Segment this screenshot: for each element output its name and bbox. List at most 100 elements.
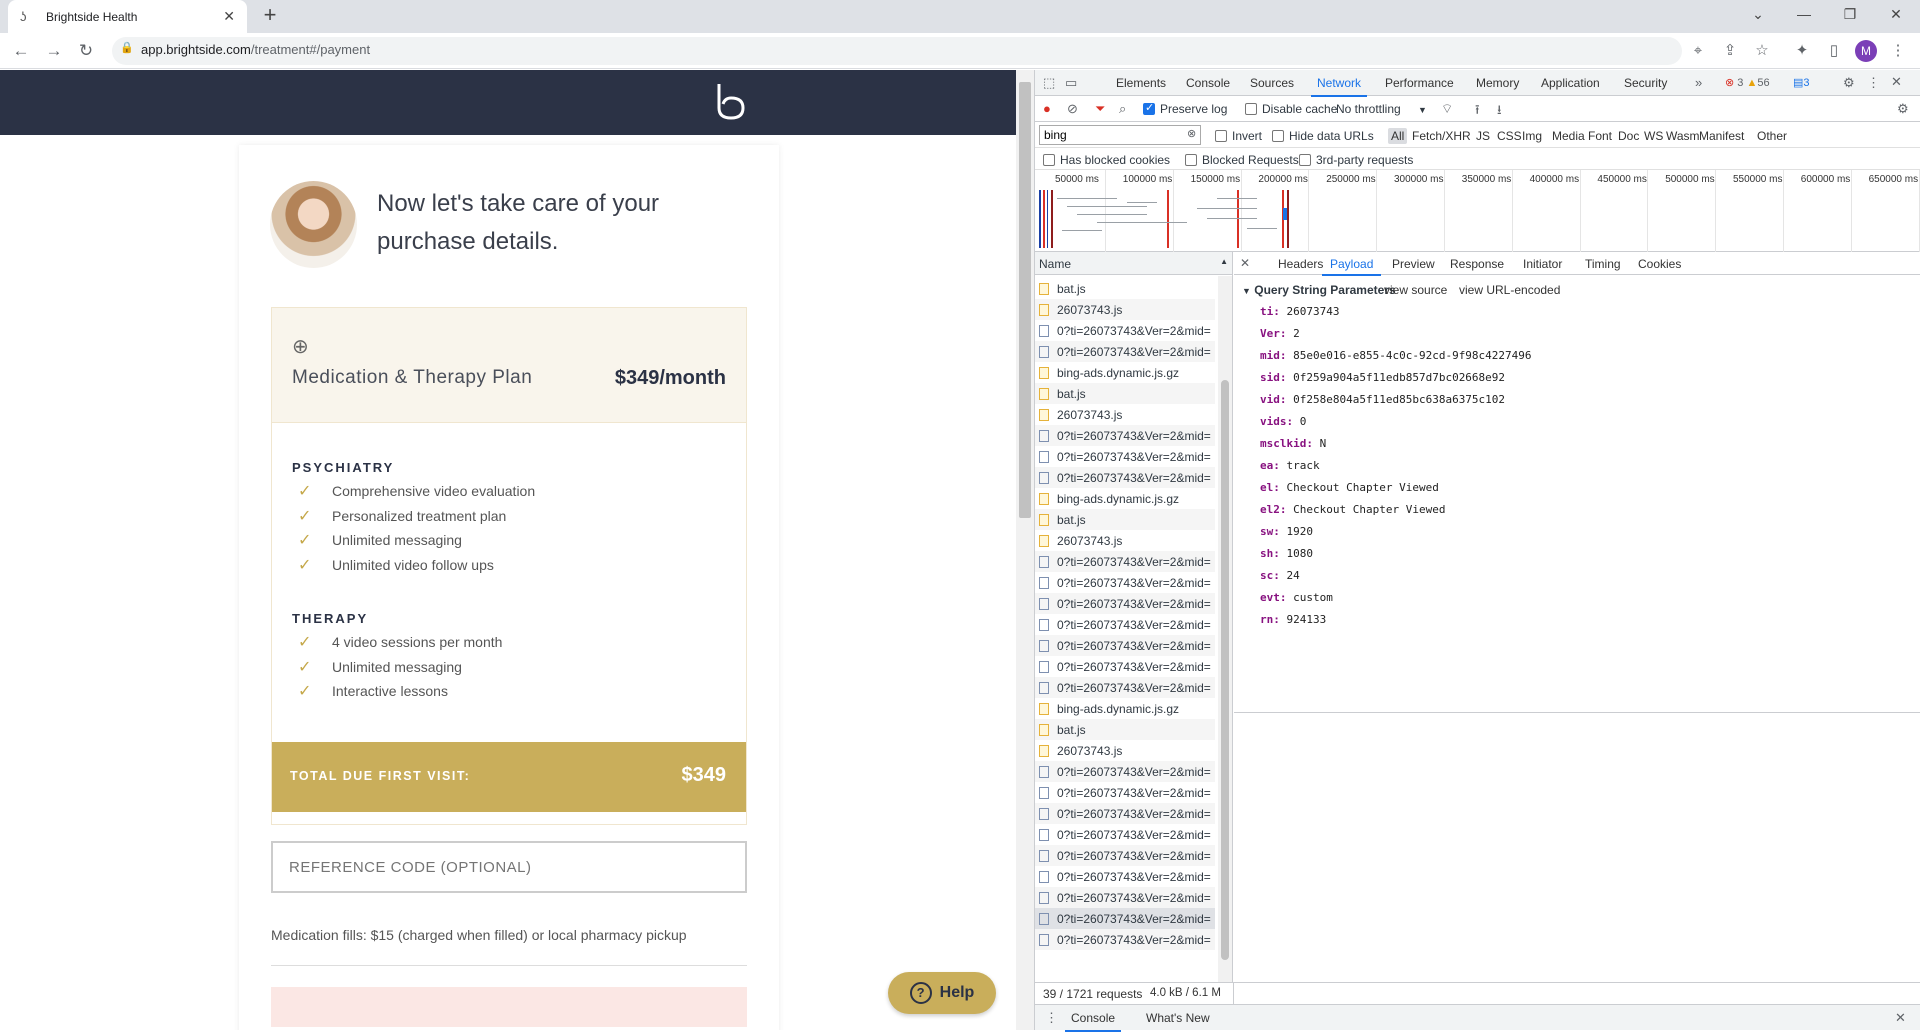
tab-security[interactable]: Security xyxy=(1624,76,1667,90)
request-row[interactable]: 26073743.js xyxy=(1035,740,1215,761)
detail-tab-timing[interactable]: Timing xyxy=(1585,257,1621,271)
network-overview[interactable]: 50000 ms 100000 ms 150000 ms 200000 ms 25000… xyxy=(1035,170,1920,252)
new-tab-icon[interactable]: + xyxy=(258,4,282,28)
side-panel-icon[interactable]: ▯ xyxy=(1822,39,1846,63)
type-filter-ws[interactable]: WS xyxy=(1644,129,1663,143)
location-icon[interactable]: ⌖ xyxy=(1686,39,1710,63)
request-row[interactable]: bing-ads.dynamic.js.gz xyxy=(1035,698,1215,719)
tab-performance[interactable]: Performance xyxy=(1385,76,1454,90)
reference-code-input[interactable] xyxy=(271,841,747,893)
close-detail-icon[interactable]: ✕ xyxy=(1240,256,1250,270)
import-har-icon[interactable]: ⭱ xyxy=(1475,101,1480,123)
detail-tab-headers[interactable]: Headers xyxy=(1278,257,1323,271)
type-filter-other[interactable]: Other xyxy=(1757,129,1787,143)
tab-console[interactable]: Console xyxy=(1186,76,1230,90)
request-row[interactable]: 0?ti=26073743&Ver=2&mid= xyxy=(1035,572,1215,593)
messages-counter[interactable]: ▤3 xyxy=(1793,76,1810,89)
request-row[interactable]: 0?ti=26073743&Ver=2&mid= xyxy=(1035,320,1215,341)
invert-checkbox[interactable]: Invert xyxy=(1215,129,1262,143)
third-party-checkbox[interactable]: 3rd-party requests xyxy=(1299,153,1413,167)
request-row[interactable]: 0?ti=26073743&Ver=2&mid= xyxy=(1035,551,1215,572)
request-row[interactable]: 0?ti=26073743&Ver=2&mid= xyxy=(1035,656,1215,677)
record-icon[interactable]: ● xyxy=(1043,101,1051,116)
close-drawer-icon[interactable]: ✕ xyxy=(1895,1010,1906,1026)
type-filter-all[interactable]: All xyxy=(1388,128,1408,144)
tab-network[interactable]: Network xyxy=(1310,76,1368,97)
request-row[interactable]: bing-ads.dynamic.js.gz xyxy=(1035,488,1215,509)
request-row[interactable]: 0?ti=26073743&Ver=2&mid= xyxy=(1035,446,1215,467)
request-row[interactable]: 0?ti=26073743&Ver=2&mid= xyxy=(1035,761,1215,782)
forward-icon[interactable]: → xyxy=(42,39,66,63)
request-row[interactable]: 0?ti=26073743&Ver=2&mid= xyxy=(1035,467,1215,488)
extensions-icon[interactable]: ✦ xyxy=(1790,39,1814,63)
filter-icon[interactable]: ⏷ xyxy=(1095,101,1105,117)
request-row[interactable]: 26073743.js xyxy=(1035,530,1215,551)
restore-icon[interactable]: ❐ xyxy=(1827,0,1873,30)
network-settings-icon[interactable]: ⚙ xyxy=(1897,101,1909,117)
minimize-icon[interactable]: — xyxy=(1781,0,1827,30)
inspect-element-icon[interactable]: ⬚ xyxy=(1043,75,1055,91)
page-scrollbar[interactable] xyxy=(1016,70,1034,1030)
throttling-select[interactable]: No throttling ▼ xyxy=(1336,102,1427,116)
request-row[interactable]: bat.js xyxy=(1035,278,1215,299)
blocked-requests-checkbox[interactable]: Blocked Requests xyxy=(1185,153,1299,167)
reload-icon[interactable]: ↻ xyxy=(74,39,98,63)
request-row[interactable]: bing-ads.dynamic.js.gz xyxy=(1035,362,1215,383)
request-row[interactable]: 0?ti=26073743&Ver=2&mid= xyxy=(1035,803,1215,824)
hide-data-urls-checkbox[interactable]: Hide data URLs xyxy=(1272,129,1374,143)
request-row[interactable]: 0?ti=26073743&Ver=2&mid= xyxy=(1035,866,1215,887)
browser-tab[interactable]: ʖ Brightside Health ✕ xyxy=(8,0,247,33)
request-row[interactable]: 0?ti=26073743&Ver=2&mid= xyxy=(1035,908,1215,929)
close-window-icon[interactable]: ✕ xyxy=(1873,0,1919,30)
request-row[interactable]: 0?ti=26073743&Ver=2&mid= xyxy=(1035,929,1215,950)
request-row[interactable]: 0?ti=26073743&Ver=2&mid= xyxy=(1035,887,1215,908)
request-row[interactable]: 0?ti=26073743&Ver=2&mid= xyxy=(1035,782,1215,803)
detail-tab-initiator[interactable]: Initiator xyxy=(1523,257,1562,271)
preserve-log-checkbox[interactable]: Preserve log xyxy=(1143,101,1227,116)
request-row[interactable]: 0?ti=26073743&Ver=2&mid= xyxy=(1035,824,1215,845)
brightside-logo-icon[interactable] xyxy=(715,82,749,122)
disable-cache-checkbox[interactable]: Disable cache xyxy=(1245,102,1337,116)
request-row[interactable]: bat.js xyxy=(1035,509,1215,530)
query-string-params-toggle[interactable]: ▼ Query String Parameters xyxy=(1242,283,1396,297)
request-row[interactable]: 0?ti=26073743&Ver=2&mid= xyxy=(1035,593,1215,614)
menu-kebab-icon[interactable]: ⋮ xyxy=(1886,39,1910,63)
type-filter-wasm[interactable]: Wasm xyxy=(1666,129,1700,143)
detail-tab-preview[interactable]: Preview xyxy=(1392,257,1435,271)
back-icon[interactable]: ← xyxy=(9,39,33,63)
request-row[interactable]: 0?ti=26073743&Ver=2&mid= xyxy=(1035,341,1215,362)
view-source-link[interactable]: view source xyxy=(1384,283,1447,297)
drawer-menu-icon[interactable]: ⋮ xyxy=(1045,1010,1058,1026)
request-row[interactable]: 26073743.js xyxy=(1035,299,1215,320)
has-blocked-cookies-checkbox[interactable]: Has blocked cookies xyxy=(1043,153,1170,167)
tab-sources[interactable]: Sources xyxy=(1250,76,1294,90)
clear-icon[interactable]: ⊘ xyxy=(1067,101,1078,117)
request-row[interactable]: 0?ti=26073743&Ver=2&mid= xyxy=(1035,845,1215,866)
detail-tab-cookies[interactable]: Cookies xyxy=(1638,257,1681,271)
bookmark-star-icon[interactable]: ☆ xyxy=(1750,39,1774,63)
help-button[interactable]: ? Help xyxy=(888,972,996,1014)
tab-search-icon[interactable]: ⌄ xyxy=(1735,0,1781,30)
export-har-icon[interactable]: ⭳ xyxy=(1497,101,1502,123)
type-filter-media[interactable]: Media xyxy=(1552,129,1585,143)
request-row[interactable]: 0?ti=26073743&Ver=2&mid= xyxy=(1035,677,1215,698)
request-list-scrollbar[interactable] xyxy=(1218,276,1232,982)
profile-avatar[interactable]: M xyxy=(1855,40,1877,62)
network-conditions-icon[interactable]: ⌔ xyxy=(1441,101,1453,117)
filter-input[interactable] xyxy=(1039,125,1201,145)
request-row[interactable]: 0?ti=26073743&Ver=2&mid= xyxy=(1035,614,1215,635)
type-filter-doc[interactable]: Doc xyxy=(1618,129,1639,143)
drawer-tab-whats-new[interactable]: What's New xyxy=(1146,1011,1210,1025)
type-filter-css[interactable]: CSS xyxy=(1497,129,1522,143)
request-row[interactable]: bat.js xyxy=(1035,383,1215,404)
issues-counter[interactable]: ⊗ 3 ▲56 xyxy=(1725,76,1770,89)
tab-elements[interactable]: Elements xyxy=(1116,76,1166,90)
type-filter-js[interactable]: JS xyxy=(1476,129,1490,143)
request-row[interactable]: 26073743.js xyxy=(1035,404,1215,425)
view-url-encoded-link[interactable]: view URL-encoded xyxy=(1459,283,1560,297)
detail-tab-response[interactable]: Response xyxy=(1450,257,1504,271)
name-column-header[interactable]: Name ▲ xyxy=(1035,252,1232,275)
settings-gear-icon[interactable]: ⚙ xyxy=(1843,75,1855,91)
close-tab-icon[interactable]: ✕ xyxy=(223,8,235,25)
request-list-scroll-thumb[interactable] xyxy=(1221,380,1229,960)
